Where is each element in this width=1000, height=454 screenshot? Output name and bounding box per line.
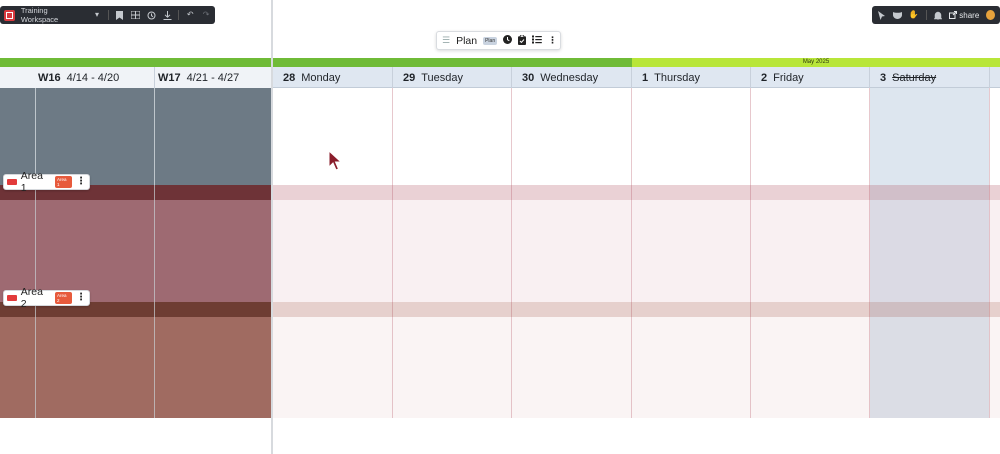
mask-icon[interactable] xyxy=(892,10,902,20)
area-1-header-band-timeline xyxy=(273,185,1000,200)
day-name: Tuesday xyxy=(421,71,464,84)
plan-toolbar: ☰ Plan Plan ⋮ xyxy=(436,31,561,50)
month-bar-april xyxy=(0,58,632,67)
checklist-icon[interactable] xyxy=(532,35,542,46)
dropdown-icon[interactable]: ▾ xyxy=(92,10,102,20)
grid-icon[interactable] xyxy=(131,10,141,20)
toolbar-divider xyxy=(107,10,109,20)
area-1-row-timeline[interactable] xyxy=(273,200,1000,302)
share-label: share xyxy=(959,10,980,20)
week-range: 4/14 - 4/20 xyxy=(66,71,120,84)
area-tag: Area 2 xyxy=(55,292,72,304)
header-day-28[interactable]: 28 Monday xyxy=(273,67,393,88)
week-number: W16 xyxy=(38,71,61,84)
area-name: Area 2 xyxy=(20,286,43,310)
plan-title[interactable]: Plan xyxy=(456,35,477,47)
header-day-1[interactable]: 1 Thursday xyxy=(632,67,751,88)
day-number: 1 xyxy=(642,71,649,84)
area-2-row-timeline[interactable] xyxy=(273,317,1000,418)
share-icon xyxy=(949,11,958,19)
day-number: 30 xyxy=(522,71,535,84)
user-toolbar: ✋ share xyxy=(872,6,1000,24)
more-vertical-icon[interactable]: ⋮ xyxy=(76,293,86,303)
area-1-label[interactable]: Area 1 Area 1 ⋮ xyxy=(3,170,90,194)
list-toggle-icon[interactable]: ☰ xyxy=(442,36,450,45)
day-name: Monday xyxy=(301,71,341,84)
header-week-w17[interactable]: W17 4/21 - 4/27 xyxy=(155,67,273,88)
share-button[interactable]: share xyxy=(949,11,979,20)
day-name: Thursday xyxy=(654,71,700,84)
column-separator xyxy=(35,88,36,418)
week-range: 4/21 - 4/27 xyxy=(186,71,240,84)
month-bar-may: May 2025 xyxy=(632,58,1000,67)
toolbar-divider xyxy=(178,10,180,20)
clock-icon[interactable] xyxy=(503,35,513,46)
user-avatar[interactable] xyxy=(986,10,996,20)
app-logo[interactable] xyxy=(4,9,15,21)
day-number: 2 xyxy=(761,71,768,84)
plan-badge: Plan xyxy=(483,36,498,45)
redo-icon[interactable]: ↷ xyxy=(201,10,211,20)
workspace-toolbar: Training Workspace ▾ ↶ ↷ xyxy=(0,6,215,24)
day-number: 28 xyxy=(283,71,296,84)
header-day-30[interactable]: 30 Wednesday xyxy=(512,67,632,88)
header-week-w16[interactable]: W16 4/14 - 4/20 xyxy=(0,67,155,88)
day-number: 29 xyxy=(403,71,416,84)
mouse-cursor-icon xyxy=(328,150,342,171)
clipboard-icon[interactable] xyxy=(518,34,527,47)
area-2-label[interactable]: Area 2 Area 2 ⋮ xyxy=(3,286,90,310)
area-2-header-band-timeline xyxy=(273,302,1000,317)
column-separator xyxy=(154,88,155,418)
cursor-icon[interactable] xyxy=(877,10,886,20)
more-vertical-icon[interactable]: ⋮ xyxy=(76,177,86,187)
frozen-pane-divider[interactable] xyxy=(271,0,273,454)
day-name: Saturday xyxy=(892,71,937,84)
area-color-icon xyxy=(7,179,17,185)
area-name: Area 1 xyxy=(20,170,43,194)
header-day-3[interactable]: 3 Saturday xyxy=(870,67,990,88)
day-name: Friday xyxy=(773,71,804,84)
hand-icon[interactable]: ✋ xyxy=(909,10,919,20)
header-day-2[interactable]: 2 Friday xyxy=(751,67,870,88)
timeline-header: W16 4/14 - 4/20 W17 4/21 - 4/27 28 Monda… xyxy=(0,67,1000,88)
area-color-icon xyxy=(7,295,17,301)
undo-icon[interactable]: ↶ xyxy=(185,10,195,20)
history-icon[interactable] xyxy=(147,10,157,20)
workspace-name[interactable]: Training Workspace xyxy=(21,6,86,24)
more-vertical-icon[interactable]: ⋮ xyxy=(548,36,557,45)
download-icon[interactable] xyxy=(162,10,172,20)
day-number: 3 xyxy=(880,71,887,84)
area-tag: Area 1 xyxy=(55,176,72,188)
day-name: Wednesday xyxy=(540,71,599,84)
header-day-29[interactable]: 29 Tuesday xyxy=(393,67,512,88)
bookmark-icon[interactable] xyxy=(115,10,125,20)
bell-icon[interactable] xyxy=(933,10,943,20)
week-number: W17 xyxy=(158,71,181,84)
toolbar-divider xyxy=(925,10,927,20)
area-2-row[interactable] xyxy=(0,317,273,418)
